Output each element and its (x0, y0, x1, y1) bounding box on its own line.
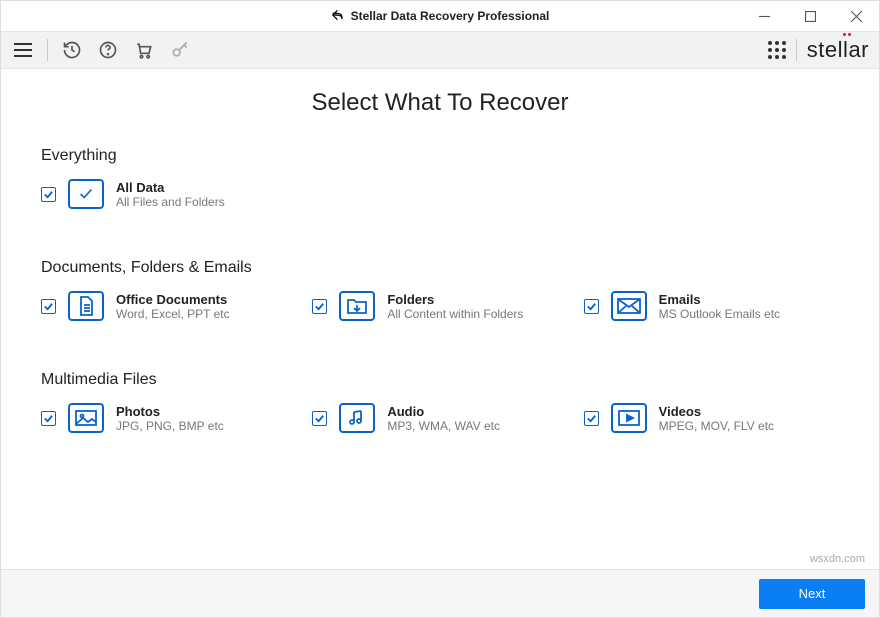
item-title: Emails (659, 292, 780, 307)
item-sub: All Files and Folders (116, 195, 225, 209)
cart-icon[interactable] (132, 38, 156, 62)
option-all-data[interactable]: All Data All Files and Folders (41, 179, 839, 209)
watermark: wsxdn.com (810, 553, 865, 565)
item-sub: MS Outlook Emails etc (659, 307, 780, 321)
folder-icon (339, 291, 375, 321)
item-sub: All Content within Folders (387, 307, 523, 321)
option-videos[interactable]: Videos MPEG, MOV, FLV etc (584, 403, 839, 433)
back-icon (331, 8, 345, 25)
checkbox[interactable] (312, 411, 327, 426)
maximize-button[interactable] (787, 1, 833, 31)
main-content: Select What To Recover Everything All Da… (1, 69, 879, 433)
all-data-icon (68, 179, 104, 209)
checkbox[interactable] (312, 299, 327, 314)
window-title: Stellar Data Recovery Professional (351, 9, 550, 23)
section-everything: Everything (41, 147, 839, 165)
option-audio[interactable]: Audio MP3, WMA, WAV etc (312, 403, 567, 433)
item-sub: JPG, PNG, BMP etc (116, 419, 224, 433)
option-office-documents[interactable]: Office Documents Word, Excel, PPT etc (41, 291, 296, 321)
page-title: Select What To Recover (41, 89, 839, 117)
checkbox[interactable] (41, 299, 56, 314)
brand-logo: stellar (807, 37, 869, 63)
item-sub: Word, Excel, PPT etc (116, 307, 230, 321)
audio-icon (339, 403, 375, 433)
key-icon[interactable] (168, 38, 192, 62)
document-icon (68, 291, 104, 321)
titlebar: Stellar Data Recovery Professional (1, 1, 879, 31)
help-icon[interactable] (96, 38, 120, 62)
checkbox-all-data[interactable] (41, 187, 56, 202)
apps-grid-icon[interactable] (768, 41, 786, 59)
separator (796, 39, 797, 61)
toolbar: stellar (1, 31, 879, 69)
option-folders[interactable]: Folders All Content within Folders (312, 291, 567, 321)
item-sub: MP3, WMA, WAV etc (387, 419, 500, 433)
video-icon (611, 403, 647, 433)
checkbox[interactable] (584, 299, 599, 314)
checkbox[interactable] (584, 411, 599, 426)
history-icon[interactable] (60, 38, 84, 62)
footer: Next (1, 569, 879, 617)
item-title: Office Documents (116, 292, 230, 307)
separator (47, 39, 48, 61)
item-title: All Data (116, 180, 225, 195)
email-icon (611, 291, 647, 321)
option-emails[interactable]: Emails MS Outlook Emails etc (584, 291, 839, 321)
option-photos[interactable]: Photos JPG, PNG, BMP etc (41, 403, 296, 433)
item-title: Folders (387, 292, 523, 307)
item-title: Audio (387, 404, 500, 419)
item-title: Videos (659, 404, 774, 419)
item-sub: MPEG, MOV, FLV etc (659, 419, 774, 433)
section-media: Multimedia Files (41, 371, 839, 389)
section-docs: Documents, Folders & Emails (41, 259, 839, 277)
checkbox[interactable] (41, 411, 56, 426)
photo-icon (68, 403, 104, 433)
item-title: Photos (116, 404, 224, 419)
close-button[interactable] (833, 1, 879, 31)
next-button[interactable]: Next (759, 579, 865, 609)
minimize-button[interactable] (741, 1, 787, 31)
menu-icon[interactable] (11, 38, 35, 62)
